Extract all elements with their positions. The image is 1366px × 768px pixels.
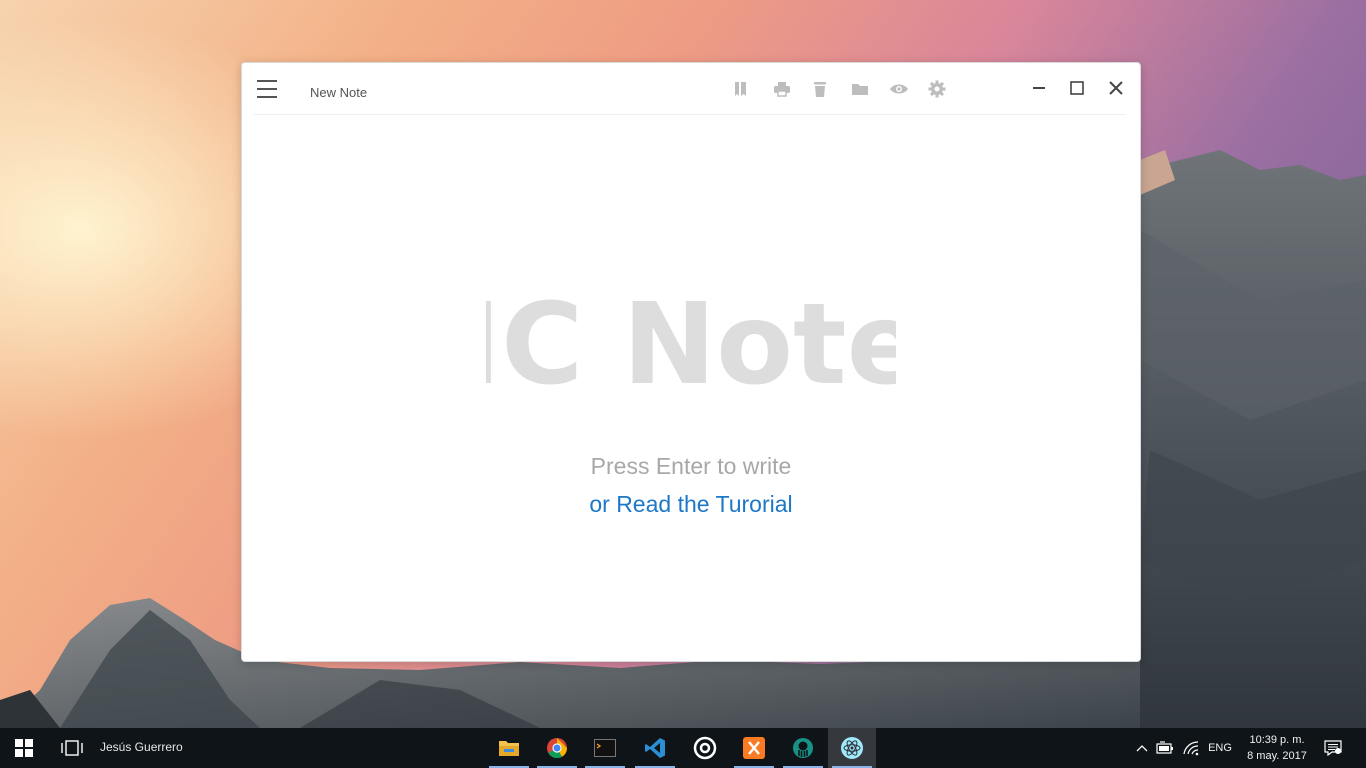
app-logo: IC Note (242, 280, 1140, 410)
vscode-button[interactable] (631, 728, 679, 768)
menu-icon[interactable] (257, 80, 277, 98)
minimize-icon[interactable] (1028, 77, 1050, 99)
file-explorer-icon (499, 741, 519, 756)
action-center-button[interactable] (1318, 728, 1348, 768)
clock-time: 10:39 p. m. (1249, 734, 1305, 746)
electron-icon (841, 737, 863, 759)
task-view-button[interactable] (48, 728, 96, 768)
ic-note-logo: IC Note (459, 280, 922, 410)
network-button[interactable] (1179, 728, 1203, 768)
tutorial-link[interactable]: or Read the Turorial (242, 491, 1140, 518)
maximize-icon[interactable] (1066, 77, 1088, 99)
clock[interactable]: 10:39 p. m. 8 may. 2017 (1240, 732, 1314, 764)
media-app-button[interactable] (681, 728, 729, 768)
xampp-button[interactable] (730, 728, 778, 768)
gear-icon[interactable] (927, 79, 947, 99)
start-button[interactable] (0, 728, 48, 768)
close-icon[interactable] (1105, 77, 1127, 99)
media-app-icon (693, 736, 717, 760)
gitkraken-button[interactable] (779, 728, 827, 768)
note-title[interactable]: New Note (310, 85, 367, 100)
gitkraken-icon (793, 738, 813, 758)
electron-button[interactable] (828, 728, 876, 768)
wifi-icon (1183, 741, 1199, 756)
svg-text:IC Note: IC Note (486, 293, 896, 393)
show-hidden-icons-button[interactable] (1132, 728, 1152, 768)
user-name[interactable]: Jesús Guerrero (100, 740, 183, 754)
clock-date: 8 may. 2017 (1247, 750, 1307, 762)
title-divider (254, 114, 1126, 115)
notifications-icon (1324, 740, 1342, 756)
terminal-button[interactable] (581, 728, 629, 768)
windows-logo-icon (15, 739, 33, 757)
write-prompt: Press Enter to write (590, 453, 792, 479)
app-window: New Note C Note Press Enter to write or … (241, 62, 1141, 662)
title-bar[interactable]: New Note (242, 63, 1140, 115)
chrome-icon (547, 738, 568, 759)
folder-icon[interactable] (850, 79, 870, 99)
trash-icon[interactable] (810, 79, 830, 99)
task-view-icon (61, 740, 83, 756)
bookmark-icon[interactable] (731, 79, 751, 99)
terminal-icon (594, 739, 616, 757)
battery-icon (1156, 741, 1173, 754)
visual-studio-code-icon (645, 738, 665, 758)
xampp-icon (743, 737, 765, 759)
eye-icon[interactable] (889, 79, 909, 99)
chevron-up-icon (1136, 745, 1148, 752)
taskbar: Jesús Guerrero ENG 10:39 p. m. 8 may. 20… (0, 728, 1366, 768)
battery-button[interactable] (1154, 728, 1176, 768)
file-explorer-button[interactable] (485, 728, 533, 768)
chrome-button[interactable] (533, 728, 581, 768)
language-indicator[interactable]: ENG (1205, 728, 1235, 768)
print-icon[interactable] (772, 79, 792, 99)
